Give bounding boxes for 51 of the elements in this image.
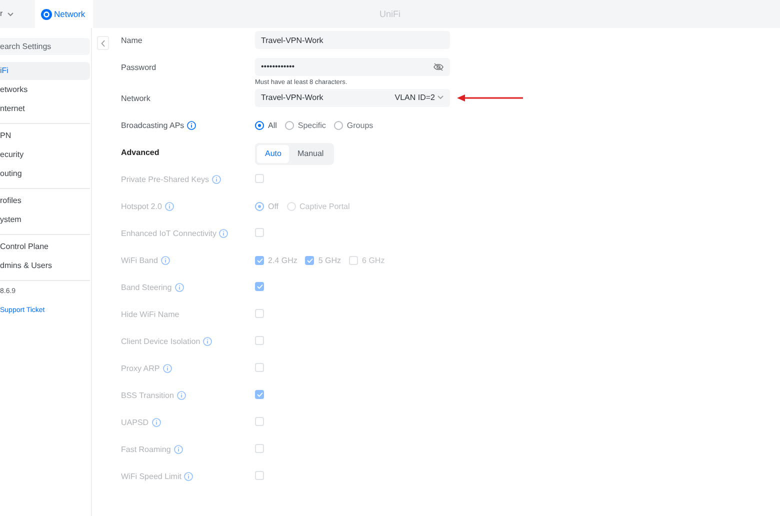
sidebar-item[interactable]: iFi [0,62,90,80]
network-tab[interactable]: Network [35,0,94,28]
sidebar-item[interactable]: etworks [0,81,90,99]
radio-option[interactable]: Specific [284,116,326,132]
sidebar-item[interactable]: PN [0,127,90,145]
field-label: WiFi Band [121,254,158,267]
search-field[interactable]: earch Settings [0,38,90,55]
app-switcher-label[interactable]: r [0,8,3,20]
sidebar-item[interactable]: outing [0,165,90,183]
field-label: Hotspot 2.0 [121,200,162,213]
chevron-down-icon[interactable] [437,95,444,100]
password-value: •••••••••••• [261,61,295,73]
check-icon [256,284,262,289]
segment-tab[interactable]: Auto [257,144,290,163]
radio-option[interactable]: Groups [334,116,374,132]
segment-tab[interactable]: Manual [289,144,332,163]
check-icon [306,258,313,264]
field-label: WiFi Speed Limit [121,470,182,483]
eye-slash-icon[interactable] [433,63,444,71]
field-label: Enhanced IoT Connectivity [121,228,216,240]
field-label: Band Steering [121,282,172,294]
field-label: Client Device Isolation [121,336,200,348]
field-label: UAPSD [121,416,149,429]
check-icon [256,392,262,397]
field-label: Fast Roaming [121,444,171,456]
sidebar-item[interactable]: ystem [0,211,90,229]
sidebar-item[interactable]: ecurity [0,146,90,164]
field-label: BSS Transition [121,390,174,402]
field-label: Proxy ARP [121,362,160,375]
sidebar-item[interactable]: dmins & Users [0,257,90,275]
field-label: Name [121,35,142,47]
vlan-text: VLAN ID=2 [394,92,435,104]
sidebar-item[interactable]: Control Plane [0,238,90,256]
network-icon [41,8,52,20]
field-label: Advanced [121,146,160,159]
field-label: Hide WiFi Name [121,308,180,321]
back-button[interactable] [97,36,109,50]
field-label: Network [121,92,150,105]
select-value: Travel-VPN-Work [261,92,324,104]
field-label: Password [121,62,156,74]
chevron-left-icon [101,40,105,46]
field-label: Broadcasting APs [121,120,184,132]
sidebar-item[interactable]: rofiles [0,192,90,210]
password-field[interactable]: •••••••••••• [255,58,450,76]
sidebar-item[interactable]: nternet [0,100,90,118]
name-input[interactable]: Travel-VPN-Work [255,31,450,49]
chevron-down-icon[interactable] [6,12,14,16]
check-icon [256,258,262,264]
field-label: Private Pre-Shared Keys [121,174,210,186]
radio-option[interactable]: All [255,116,277,132]
network-select[interactable]: Travel-VPN-Work VLAN ID=2 [255,88,450,107]
